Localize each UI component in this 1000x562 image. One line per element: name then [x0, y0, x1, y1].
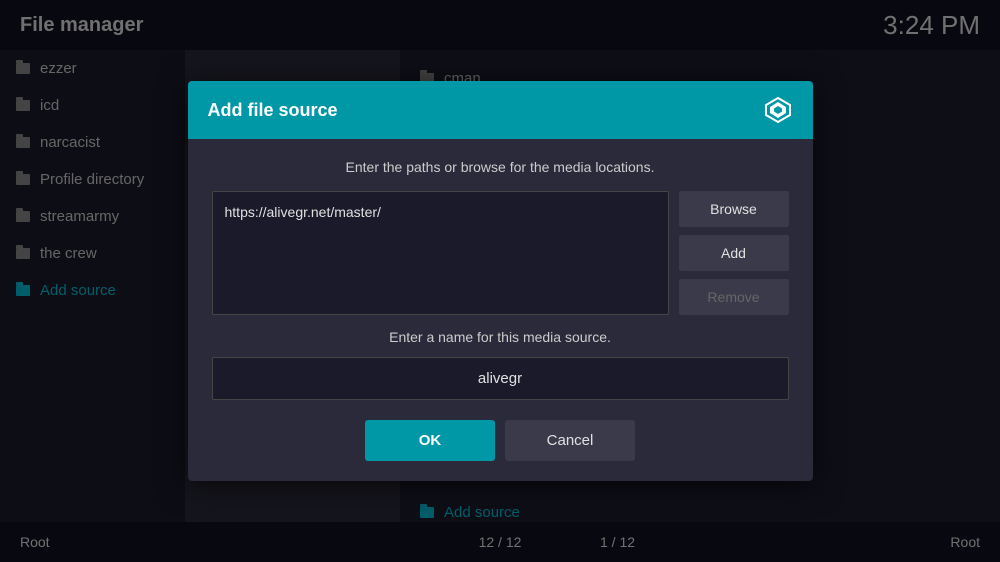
add-file-source-dialog: Add file source Enter the paths or brows… [188, 81, 813, 481]
kodi-logo-icon [763, 95, 793, 125]
path-value: https://alivegr.net/master/ [225, 204, 381, 220]
browse-button[interactable]: Browse [679, 191, 789, 227]
dialog-actions: OK Cancel [212, 420, 789, 461]
name-instruction: Enter a name for this media source. [212, 329, 789, 345]
dialog-header: Add file source [188, 81, 813, 139]
add-button[interactable]: Add [679, 235, 789, 271]
dialog-instruction: Enter the paths or browse for the media … [212, 159, 789, 175]
path-buttons: Browse Add Remove [679, 191, 789, 315]
dialog-overlay: Add file source Enter the paths or brows… [0, 0, 1000, 562]
path-section: https://alivegr.net/master/ Browse Add R… [212, 191, 789, 315]
media-source-name-input[interactable]: alivegr [212, 357, 789, 400]
path-input-area[interactable]: https://alivegr.net/master/ [212, 191, 669, 315]
ok-button[interactable]: OK [365, 420, 495, 461]
cancel-button[interactable]: Cancel [505, 420, 635, 461]
remove-button[interactable]: Remove [679, 279, 789, 315]
dialog-body: Enter the paths or browse for the media … [188, 139, 813, 481]
dialog-title: Add file source [208, 100, 338, 121]
